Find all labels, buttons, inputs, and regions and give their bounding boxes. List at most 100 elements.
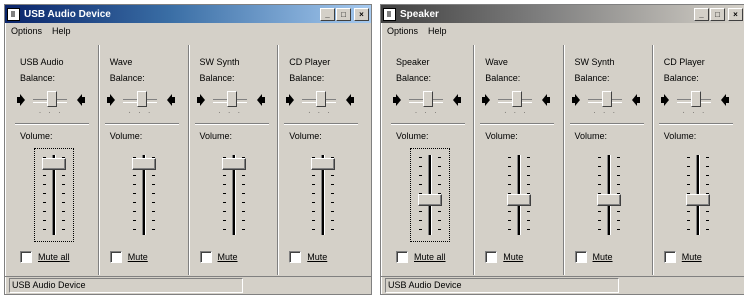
right-speaker-icon [255,94,265,106]
mute-checkbox[interactable] [289,251,302,263]
close-button[interactable]: × [354,7,369,21]
balance-label: Balance: [396,73,432,83]
mute-label[interactable]: Mute [218,252,238,262]
volume-slider[interactable] [679,149,717,241]
volume-thumb[interactable] [131,158,156,170]
volume-slider[interactable] [215,149,253,241]
mixer-channel: Wave Balance: · · · Volume: Mute [474,45,564,275]
mute-row[interactable]: Mute [109,251,148,263]
mute-label[interactable]: Mute [128,252,148,262]
minimize-button[interactable]: _ [694,7,709,21]
channel-name: Wave [109,57,133,67]
balance-thumb[interactable] [601,91,612,107]
mute-checkbox[interactable] [199,251,212,263]
volume-thumb[interactable] [685,194,710,206]
app-icon [7,7,20,21]
title-bar[interactable]: USB Audio Device _ □ × [5,5,371,23]
menu-help[interactable]: Help [428,26,447,36]
right-speaker-icon [630,94,640,106]
title-bar[interactable]: Speaker _ □ × [381,5,744,23]
menu-bar: Options Help [381,23,744,38]
volume-thumb[interactable] [311,158,336,170]
balance-slider[interactable]: · · · [482,89,560,117]
balance-thumb[interactable] [423,91,433,107]
volume-thumb[interactable] [507,194,532,206]
maximize-button[interactable]: □ [710,7,725,21]
balance-ticks: · · · [308,110,333,116]
balance-label: Balance: [199,73,235,83]
volume-label: Volume: [109,131,143,141]
mute-row[interactable]: Mute all [20,251,70,263]
balance-thumb[interactable] [316,91,327,107]
volume-thumb[interactable] [596,194,621,206]
balance-ticks: · · · [415,110,440,116]
mute-row[interactable]: Mute [289,251,327,263]
balance-thumb[interactable] [47,91,57,107]
balance-slider[interactable]: · · · [393,89,471,117]
menu-bar: Options Help [5,23,371,38]
volume-slider[interactable] [500,149,538,241]
app-icon [383,7,396,21]
balance-thumb[interactable] [136,91,147,107]
mute-label[interactable]: Mute [593,252,613,262]
close-button[interactable]: × [728,7,743,21]
separator [15,123,89,125]
balance-slider[interactable]: · · · [660,89,739,117]
balance-thumb[interactable] [690,91,701,107]
menu-options[interactable]: Options [387,26,418,36]
mute-label[interactable]: Mute [682,252,702,262]
mute-label[interactable]: Mute all [414,252,446,262]
volume-label: Volume: [20,131,53,141]
mute-row[interactable]: Mute [485,251,523,263]
status-text: USB Audio Device [385,278,619,293]
volume-slider[interactable] [34,148,74,242]
balance-ticks: · · · [504,110,529,116]
volume-slider[interactable] [590,149,628,241]
volume-thumb[interactable] [42,158,66,170]
menu-options[interactable]: Options [11,26,42,36]
mute-row[interactable]: Mute all [396,251,446,263]
volume-slider[interactable] [410,148,450,242]
balance-ticks: · · · [218,110,243,116]
balance-slider[interactable]: · · · [571,89,650,117]
volume-thumb[interactable] [418,194,442,206]
balance-ticks: · · · [39,110,64,116]
mute-checkbox[interactable] [574,251,587,263]
channel-name: Wave [485,57,508,67]
balance-ticks: · · · [682,110,708,116]
separator [284,123,359,125]
balance-thumb[interactable] [226,91,237,107]
menu-help[interactable]: Help [52,26,71,36]
volume-label: Volume: [199,131,233,141]
mute-checkbox[interactable] [485,251,498,263]
balance-thumb[interactable] [512,91,523,107]
channel-name: CD Player [663,57,705,67]
mixer-channel: USB Audio Balance: · · · Volume: Mute all [9,45,99,275]
balance-label: Balance: [663,73,699,83]
volume-slider[interactable] [304,149,342,241]
balance-label: Balance: [574,73,610,83]
volume-slider[interactable] [125,149,163,241]
mute-label[interactable]: Mute all [38,252,70,262]
mute-row[interactable]: Mute [663,251,702,263]
mixer-channel: SW Synth Balance: · · · Volume: Mute [564,45,653,275]
mute-checkbox[interactable] [396,251,408,263]
mute-label[interactable]: Mute [307,252,327,262]
minimize-button[interactable]: _ [320,7,335,21]
balance-slider[interactable]: · · · [106,89,185,117]
mute-checkbox[interactable] [20,251,32,263]
balance-slider[interactable]: · · · [286,89,364,117]
mute-label[interactable]: Mute [503,252,523,262]
mixer-channel: CD Player Balance: · · · Volume: Mute [653,45,741,275]
mute-checkbox[interactable] [663,251,676,263]
volume-thumb[interactable] [221,158,246,170]
maximize-button[interactable]: □ [336,7,351,21]
balance-slider[interactable]: · · · [17,89,95,117]
balance-slider[interactable]: · · · [196,89,275,117]
channel-name: SW Synth [199,57,240,67]
mute-checkbox[interactable] [109,251,122,263]
mute-row[interactable]: Mute [574,251,613,263]
mixer-channel: CD Player Balance: · · · Volume: Mute [278,45,367,275]
left-speaker-icon [571,94,582,106]
mute-row[interactable]: Mute [199,251,238,263]
